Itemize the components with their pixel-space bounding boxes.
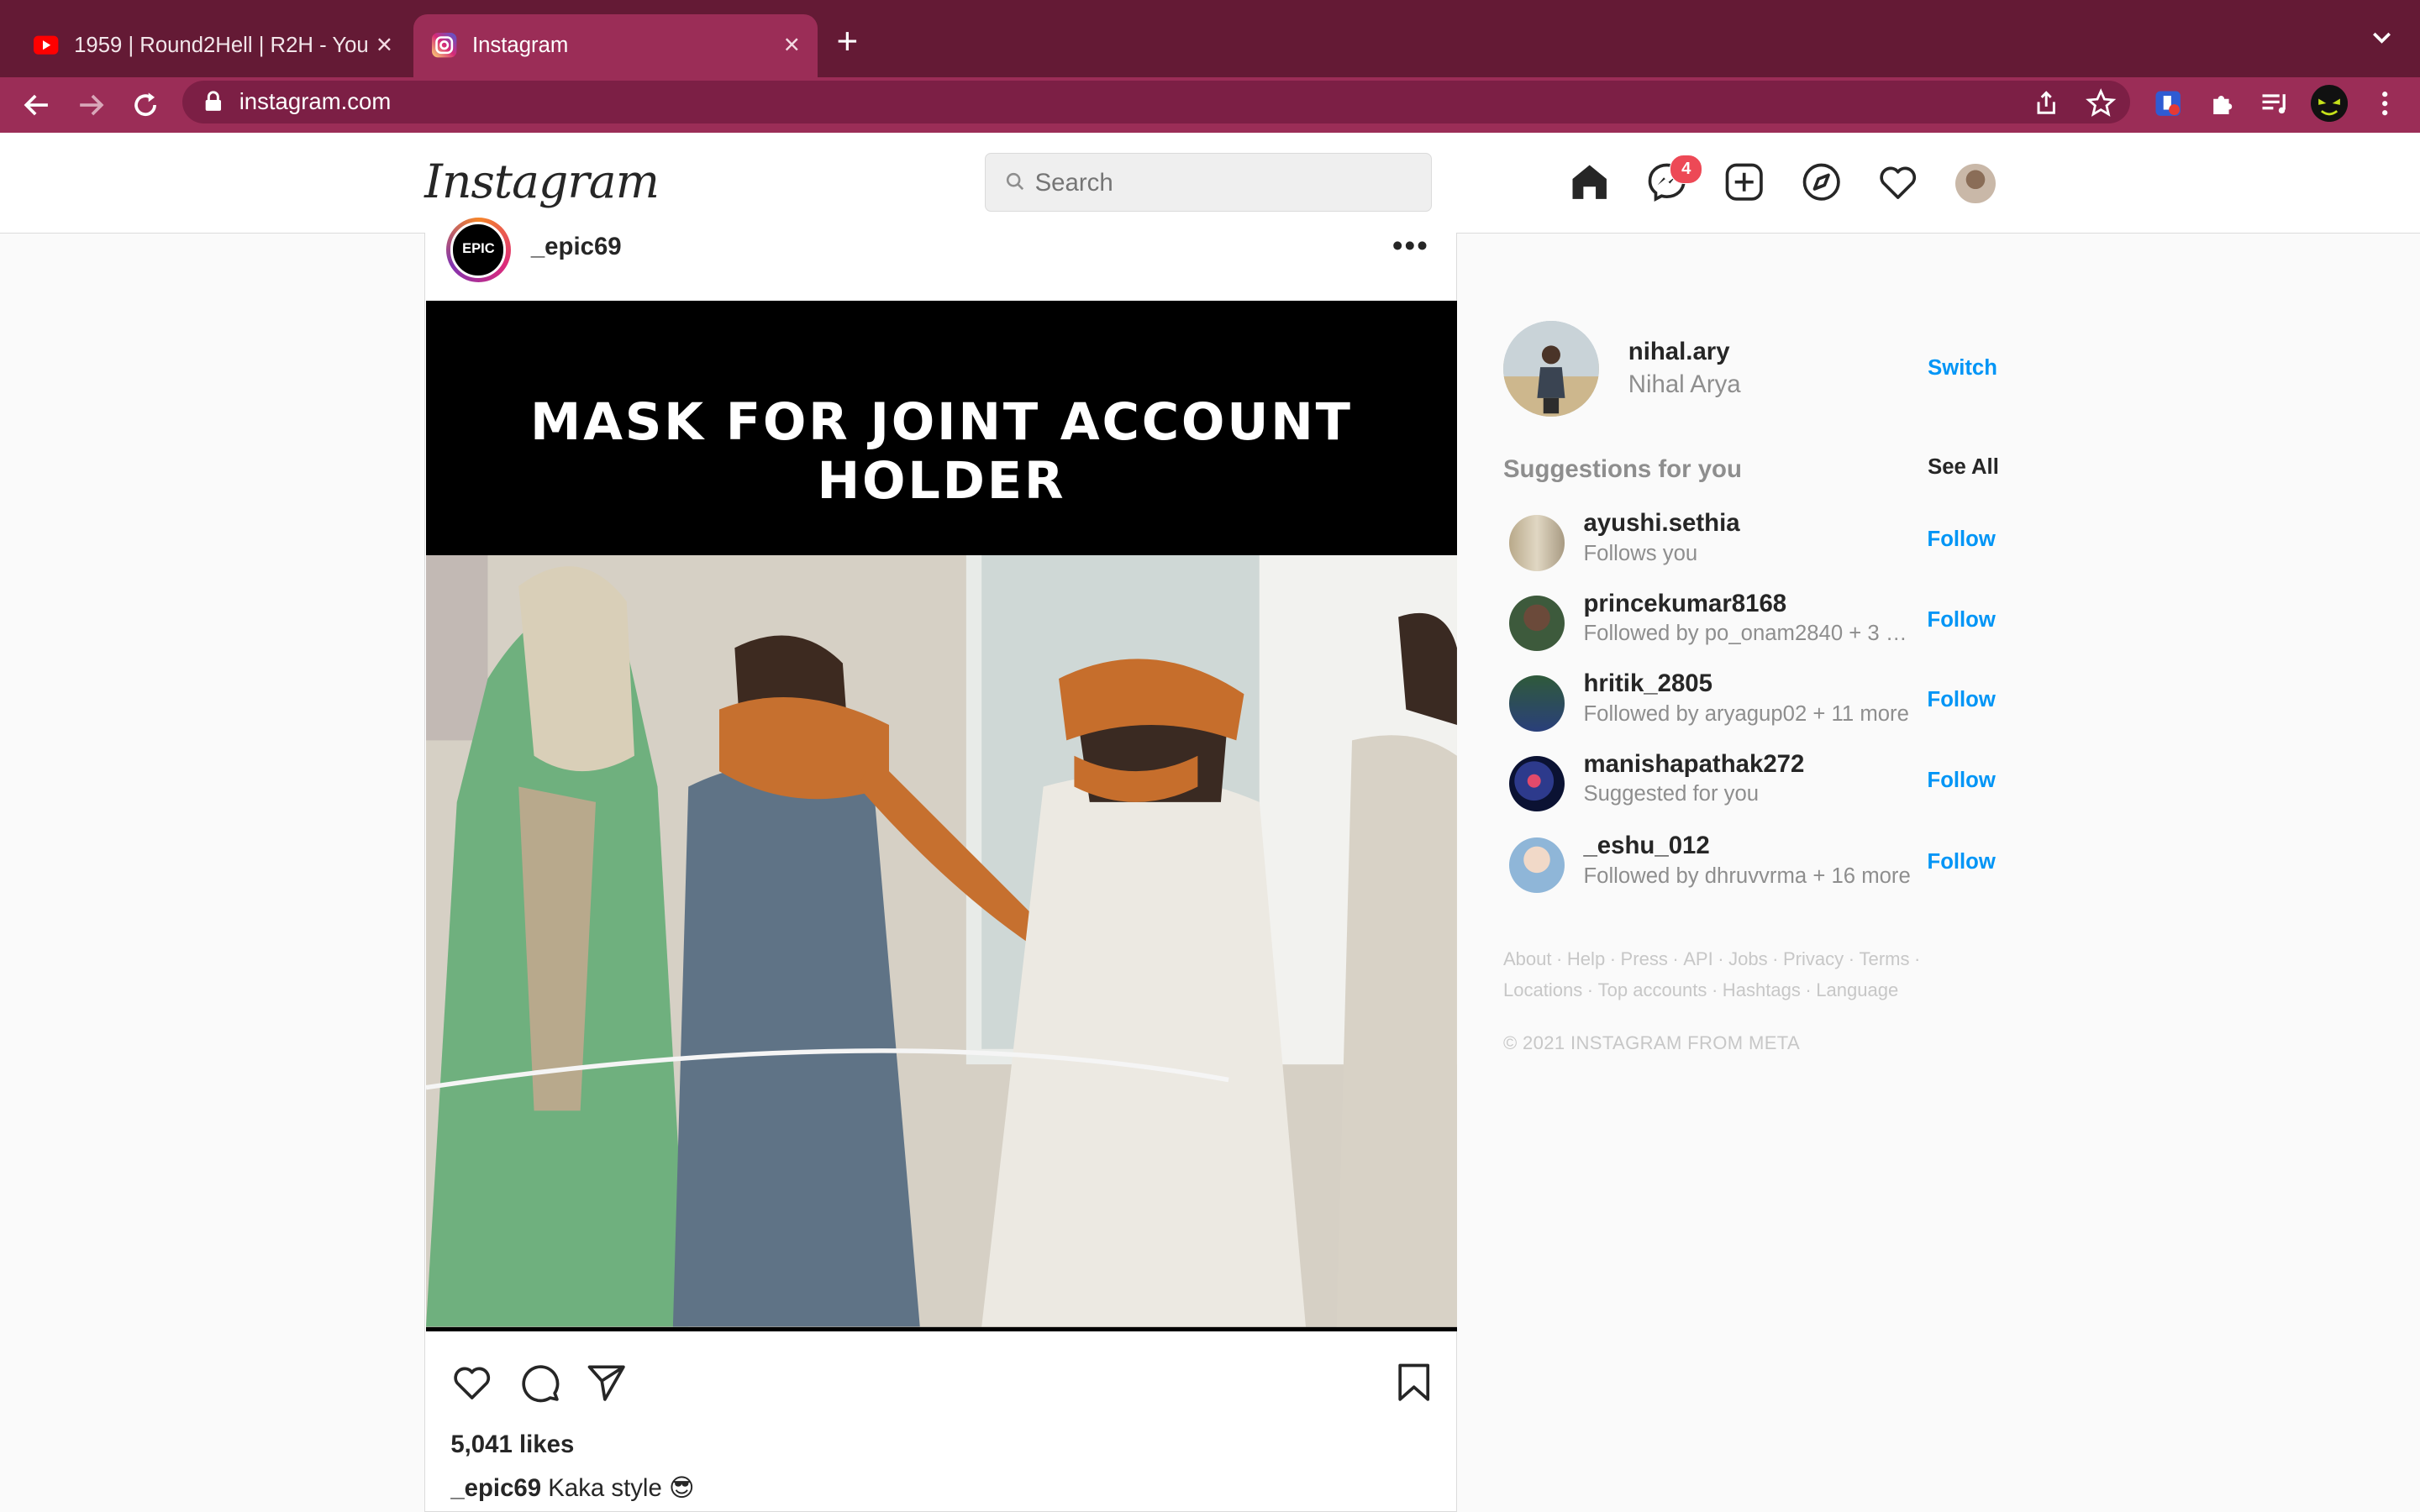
save-bookmark-icon[interactable] xyxy=(1392,1361,1435,1404)
address-bar[interactable] xyxy=(182,80,2130,123)
suggestion-username[interactable]: hritik_2805 xyxy=(1583,669,1712,698)
search-box[interactable] xyxy=(984,152,1433,212)
home-icon[interactable] xyxy=(1568,160,1611,203)
search-icon xyxy=(1006,172,1023,190)
post-caption: _epic69 Kaka style 😎 xyxy=(450,1473,694,1503)
suggestion-avatar[interactable] xyxy=(1509,515,1565,571)
activity-heart-icon[interactable] xyxy=(1876,160,1919,203)
suggestion-avatar[interactable] xyxy=(1509,837,1565,894)
suggestion-item: ayushi.sethia Follows you Follow xyxy=(1503,509,1997,590)
media-queue-icon[interactable] xyxy=(2258,87,2291,120)
suggestion-avatar[interactable] xyxy=(1509,595,1565,652)
extensions-puzzle-icon[interactable] xyxy=(2206,87,2239,120)
user-photo xyxy=(1502,321,1599,417)
suggestions-heading: Suggestions for you xyxy=(1502,454,1742,483)
follow-button[interactable]: Follow xyxy=(1928,688,1996,712)
caption-username[interactable]: _epic69 xyxy=(450,1474,541,1502)
footer-link[interactable]: Locations xyxy=(1503,979,1582,1000)
youtube-icon xyxy=(34,36,59,55)
avatar-text: EPIC xyxy=(450,222,507,278)
tab-search-chevron-icon[interactable] xyxy=(2368,24,2396,52)
messages-badge: 4 xyxy=(1670,154,1703,184)
instagram-icon xyxy=(432,33,457,58)
footer-link[interactable]: Press xyxy=(1621,948,1668,969)
suggestion-item: _eshu_012 Followed by dhruvvrma + 16 mor… xyxy=(1503,832,1997,912)
likes-count[interactable]: 5,041 likes xyxy=(450,1431,574,1459)
explore-icon[interactable] xyxy=(1800,160,1843,203)
suggestion-avatar[interactable] xyxy=(1509,675,1565,732)
lock-icon[interactable] xyxy=(203,91,224,113)
footer-link[interactable]: Hashtags xyxy=(1723,979,1801,1000)
tab-title: 1959 | Round2Hell | R2H - YouTube xyxy=(74,33,368,57)
footer-link[interactable]: Top accounts xyxy=(1598,979,1707,1000)
tab-title: Instagram xyxy=(472,33,569,57)
suggestion-username[interactable]: _eshu_012 xyxy=(1583,832,1709,860)
follow-button[interactable]: Follow xyxy=(1928,769,1996,793)
instagram-logo[interactable]: Instagram xyxy=(424,155,660,208)
photo-illustration xyxy=(425,555,1457,1327)
bookmark-star-icon[interactable] xyxy=(2084,87,2118,120)
reload-icon[interactable] xyxy=(127,87,164,123)
follow-button[interactable]: Follow xyxy=(1928,608,1996,633)
footer-link[interactable]: Help xyxy=(1567,948,1605,969)
image-caption-text: MASK FOR JOINT ACCOUNT HOLDER xyxy=(530,393,1353,512)
extension-shield-icon[interactable] xyxy=(2151,87,2185,120)
footer-link[interactable]: Language xyxy=(1816,979,1898,1000)
close-tab-icon[interactable]: × xyxy=(367,29,401,61)
share-direct-icon[interactable] xyxy=(585,1361,628,1404)
post-image[interactable]: MASK FOR JOINT ACCOUNT HOLDER xyxy=(425,301,1457,1332)
profile-avatar[interactable] xyxy=(1955,163,1996,204)
back-arrow-icon[interactable] xyxy=(18,87,55,123)
new-tab-button[interactable]: + xyxy=(837,20,859,63)
forward-arrow-icon[interactable] xyxy=(72,87,109,123)
suggestion-subtitle: Followed by aryagup02 + 11 more xyxy=(1583,701,1909,726)
comment-icon[interactable] xyxy=(518,1361,561,1404)
url-text[interactable]: instagram.com xyxy=(239,88,392,115)
like-heart-icon[interactable] xyxy=(450,1361,493,1404)
post-username[interactable]: _epic69 xyxy=(531,233,622,261)
current-user-avatar[interactable] xyxy=(1502,321,1599,417)
see-all-link[interactable]: See All xyxy=(1928,455,1999,480)
browser-menu-icon[interactable] xyxy=(2368,87,2402,120)
follow-button[interactable]: Follow xyxy=(1928,528,1996,552)
new-post-icon[interactable] xyxy=(1723,160,1765,203)
suggestion-subtitle: Followed by dhruvvrma + 16 more xyxy=(1583,864,1911,888)
caption-text: Kaka style 😎 xyxy=(548,1474,695,1503)
current-username[interactable]: nihal.ary xyxy=(1628,338,1730,366)
footer-link[interactable]: Privacy xyxy=(1783,948,1844,969)
footer-link[interactable]: About xyxy=(1503,948,1552,969)
footer-links: About · Help · Press · API · Jobs · Privacy · Terms ·… xyxy=(1502,948,1921,1000)
suggestion-subtitle: Followed by po_onam2840 + 3 more xyxy=(1583,622,1918,646)
tab-instagram[interactable]: Instagram × xyxy=(413,13,818,77)
suggestion-avatar[interactable] xyxy=(1509,755,1565,812)
post-author-avatar[interactable]: EPIC xyxy=(445,217,511,283)
suggestion-item: hritik_2805 Followed by aryagup02 + 11 m… xyxy=(1503,669,1997,750)
search-input[interactable] xyxy=(1031,162,1424,203)
suggestion-username[interactable]: princekumar8168 xyxy=(1583,590,1786,618)
footer-link[interactable]: API xyxy=(1683,948,1713,969)
suggestion-subtitle: Follows you xyxy=(1583,541,1698,565)
current-full-name: Nihal Arya xyxy=(1628,370,1741,398)
tab-youtube[interactable]: 1959 | Round2Hell | R2H - YouTube × xyxy=(15,14,410,77)
switch-account-button[interactable]: Switch xyxy=(1928,356,1997,381)
follow-button[interactable]: Follow xyxy=(1928,850,1996,874)
more-options-icon[interactable]: ••• xyxy=(1392,228,1429,264)
suggestion-subtitle: Suggested for you xyxy=(1583,782,1760,806)
suggestion-item: manishapathak272 Suggested for you Follo… xyxy=(1503,750,1997,831)
profile-avatar-icon[interactable] xyxy=(2310,85,2348,123)
suggestion-username[interactable]: manishapathak272 xyxy=(1583,750,1804,779)
suggestion-item: princekumar8168 Followed by po_onam2840 … xyxy=(1503,590,1997,670)
suggestion-username[interactable]: ayushi.sethia xyxy=(1583,509,1739,538)
footer-link[interactable]: Terms xyxy=(1860,948,1910,969)
close-tab-icon[interactable]: × xyxy=(775,29,808,61)
copyright-text: © 2021 INSTAGRAM FROM META xyxy=(1502,1032,1801,1053)
footer-link[interactable]: Jobs xyxy=(1728,948,1768,969)
share-icon[interactable] xyxy=(2029,87,2063,120)
